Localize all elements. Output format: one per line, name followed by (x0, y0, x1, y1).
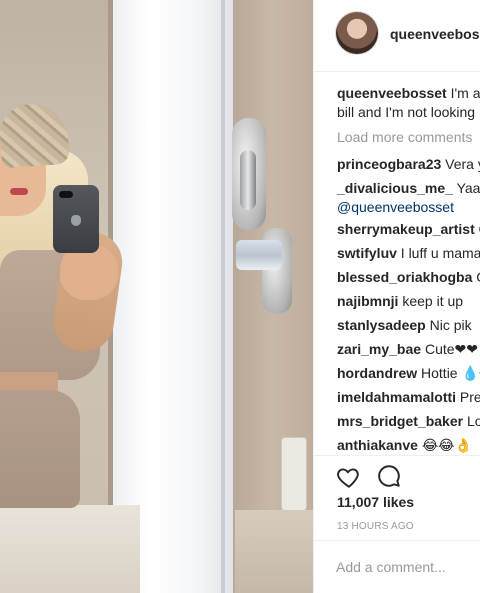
comment: princeogbara23 Vera yo (337, 155, 480, 174)
comment-text: Vera yo (445, 156, 480, 172)
likes-count[interactable]: 11,007 likes (337, 494, 414, 510)
comment-username[interactable]: _divalicious_me_ (337, 180, 453, 196)
comment-text: Go (476, 269, 480, 285)
photo-lips (10, 188, 28, 195)
comment: mrs_bridget_baker Lol (337, 412, 480, 431)
comment-username[interactable]: anthiakanve (337, 437, 418, 453)
comment: blessed_oriakhogba Go (337, 268, 480, 287)
comment-text: I luff u mama (400, 245, 480, 261)
comment: _divalicious_me_ Yaaaa @queenveebosset (337, 179, 480, 217)
photo-phone (53, 185, 99, 253)
comment-username[interactable]: swtifyluv (337, 245, 397, 261)
photo-outlet (282, 438, 306, 510)
comment-username[interactable]: hordandrew (337, 365, 417, 381)
phone-camera (59, 191, 73, 198)
post-sidebar: queenveebosset queenveebosset I'm as bil… (313, 0, 480, 593)
photo-sconce-glass (240, 150, 256, 210)
comment-username[interactable]: blessed_oriakhogba (337, 269, 472, 285)
comment: hordandrew Hottie 💧🔫 (337, 364, 480, 383)
header-username[interactable]: queenveebosset (390, 26, 480, 42)
post-actions: 11,007 likes 13 HOURS AGO (314, 455, 480, 593)
post-photo[interactable] (0, 0, 313, 593)
comment-username[interactable]: stanlysadeep (337, 317, 426, 333)
comment-text: Lol (466, 413, 480, 429)
comment: stanlysadeep Nic pik (337, 316, 472, 335)
comment-username[interactable]: mrs_bridget_baker (337, 413, 463, 429)
comment-username[interactable]: sherrymakeup_artist (337, 221, 475, 237)
comment: najibmnji keep it up (337, 292, 463, 311)
heart-icon[interactable] (336, 464, 362, 490)
comment-text: Hottie 💧🔫 (421, 365, 480, 381)
load-more-comments-link[interactable]: Load more comments (337, 129, 472, 145)
caption-text-2: bill and I'm not looking (337, 104, 476, 120)
caption: queenveebosset I'm as bill and I'm not l… (337, 84, 480, 124)
caption-text-1: I'm as (450, 85, 480, 101)
comment-text: Pret (459, 389, 480, 405)
photo-sconce-2-glass (236, 240, 282, 270)
caption-username[interactable]: queenveebosset (337, 85, 447, 101)
comment-text: 😂😂👌 (421, 437, 472, 453)
comment-username[interactable]: princeogbara23 (337, 156, 441, 172)
comment-username[interactable]: najibmnji (337, 293, 398, 309)
mention-link[interactable]: @queenveebosset (337, 199, 454, 215)
comment-text: Yaaaa (456, 180, 480, 196)
comment: sherrymakeup_artist Qu (337, 220, 480, 239)
photo-skirt (0, 390, 80, 508)
comments-list: queenveebosset I'm as bill and I'm not l… (337, 84, 480, 453)
profile-avatar[interactable] (336, 12, 378, 54)
apple-logo-icon (71, 215, 81, 226)
comment: zari_my_bae Cute❤❤ (337, 340, 478, 359)
add-comment-section (314, 540, 480, 593)
post-header: queenveebosset (314, 0, 480, 72)
photo-counter-right (235, 510, 313, 593)
comment: swtifyluv I luff u mama (337, 244, 480, 263)
comment-text: keep it up (402, 293, 464, 309)
comment-username[interactable]: imeldahmamalotti (337, 389, 456, 405)
comment: imeldahmamalotti Pret (337, 388, 480, 407)
comment-username[interactable]: zari_my_bae (337, 341, 421, 357)
add-comment-input[interactable] (336, 559, 480, 575)
post-timestamp[interactable]: 13 HOURS AGO (337, 521, 414, 532)
comment: anthiakanve 😂😂👌 (337, 436, 472, 455)
comment-text: Nic pik (429, 317, 472, 333)
speech-bubble-icon[interactable] (376, 463, 402, 489)
photo-counter (0, 505, 140, 593)
comment-text: Cute❤❤ (424, 341, 478, 357)
